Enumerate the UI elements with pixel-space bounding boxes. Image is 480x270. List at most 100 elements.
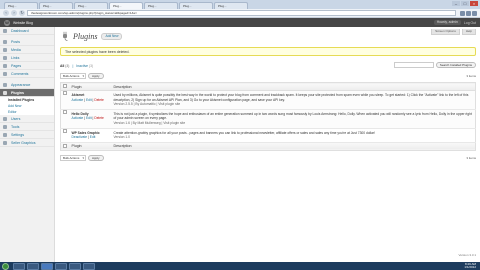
browser-tab[interactable]: Plug... — [74, 2, 108, 9]
media-icon — [3, 48, 7, 52]
minimize-icon[interactable]: – — [452, 1, 460, 6]
page-title: Plugins — [73, 31, 98, 41]
browser-tab-active[interactable]: Plug... — [109, 2, 143, 9]
sidebar-item-appearance[interactable]: Appearance — [0, 81, 54, 89]
sidebar-item-dashboard[interactable]: Dashboard — [0, 27, 54, 35]
wordpress-logo-icon[interactable]: W — [4, 19, 10, 26]
sidebar-item-plugins[interactable]: Plugins — [0, 89, 54, 97]
howdy-menu[interactable]: Howdy, admin — [433, 20, 461, 25]
forward-icon[interactable]: › — [11, 10, 17, 16]
settings-icon — [3, 133, 7, 137]
bulk-actions-top: Bulk Actions Apply 3 items — [60, 72, 476, 80]
site-name[interactable]: Website Blog — [13, 21, 33, 25]
bulk-actions-select[interactable]: Bulk Actions — [60, 73, 86, 79]
page-header: Plugins Add New — [60, 29, 476, 43]
media-player-icon[interactable] — [27, 262, 39, 270]
browser-tab-bar: Plug... Plug... Plug... Plug... Plug... … — [0, 0, 480, 9]
close-icon[interactable]: × — [470, 1, 478, 6]
appearance-icon — [3, 83, 7, 87]
plug-icon — [63, 31, 68, 41]
sidebar-item-posts[interactable]: Posts — [0, 38, 54, 46]
links-icon — [3, 56, 7, 60]
plugin-status-filters: All (3) | Inactive (3) Search Installed … — [60, 62, 476, 70]
help-button[interactable]: Help — [461, 29, 476, 35]
row-checkbox[interactable] — [62, 91, 67, 95]
edit-link[interactable]: Edit — [86, 116, 92, 120]
bulk-actions-select-bottom[interactable]: Bulk Actions — [60, 154, 86, 161]
back-icon[interactable]: ‹ — [3, 10, 9, 16]
select-all-checkbox[interactable] — [62, 84, 67, 88]
activate-link[interactable]: Activate — [72, 116, 84, 120]
delete-link[interactable]: Delete — [94, 98, 104, 102]
wrench-icon[interactable] — [472, 10, 477, 16]
row-checkbox[interactable] — [62, 109, 67, 114]
os-taskbar: 8:29 AM 1/1/2012 — [0, 262, 480, 270]
activate-link[interactable]: Activate — [72, 98, 84, 102]
plugins-icon — [3, 91, 7, 95]
column-description: Description — [110, 82, 476, 91]
sidebar-item-users[interactable]: Users — [0, 115, 54, 123]
pages-icon — [3, 64, 7, 68]
items-count-bottom: 3 items — [466, 155, 476, 160]
browser-tab[interactable]: Plug... — [144, 2, 178, 9]
sidebar-item-pages[interactable]: Pages — [0, 62, 54, 70]
maximize-icon[interactable]: □ — [461, 1, 469, 6]
screen-options-button[interactable]: Screen Options — [431, 29, 460, 35]
window-controls: – □ × — [451, 1, 478, 6]
folder-icon[interactable] — [55, 262, 67, 270]
posts-icon — [3, 40, 7, 44]
sidebar-item-links[interactable]: Links — [0, 54, 54, 62]
plugin-search-input[interactable] — [393, 62, 434, 68]
sidebar-item-seller-graphics[interactable]: Seller Graphics — [0, 139, 54, 147]
sidebar-item-settings[interactable]: Settings — [0, 131, 54, 139]
row-checkbox[interactable] — [62, 128, 67, 133]
column-description-footer: Description — [110, 141, 476, 151]
delete-link[interactable]: Delete — [94, 116, 104, 120]
log-out-link[interactable]: Log Out — [464, 21, 476, 25]
footer-version: Version 3.3.1 — [458, 253, 476, 257]
bulk-actions-bottom: Bulk Actions Apply 3 items — [60, 154, 476, 162]
filter-inactive[interactable]: Inactive (3) — [76, 64, 93, 68]
plugin-meta: Version 1.0 — [113, 135, 131, 140]
reload-icon[interactable]: ↻ — [19, 10, 25, 16]
browser-tab[interactable]: Plug... — [39, 2, 73, 9]
admin-bar: W Website Blog Howdy, admin Log Out — [0, 18, 480, 27]
plugin-meta: Version 1.6 | By Matt Mullenweg | Visit … — [113, 120, 186, 125]
screen-meta-links: Screen Options Help — [429, 29, 476, 35]
column-plugin: Plugin — [68, 82, 111, 91]
plugins-table: Plugin Description Akismet Activate | Ed… — [60, 82, 476, 151]
graphics-icon — [3, 141, 7, 145]
tools-icon — [3, 125, 7, 129]
edit-link[interactable]: Edit — [86, 98, 92, 102]
browser-tab[interactable]: Plug... — [179, 2, 213, 9]
add-new-button[interactable]: Add New — [101, 32, 123, 40]
browser-icon[interactable] — [41, 262, 53, 270]
explorer-icon[interactable] — [13, 262, 25, 270]
plugin-meta: Version 2.5.5 | By Automattic | Visit pl… — [113, 102, 181, 107]
extension-icon[interactable] — [466, 10, 471, 16]
system-clock[interactable]: 8:29 AM 1/1/2012 — [464, 262, 480, 270]
browser-tab[interactable]: Plug... — [214, 2, 248, 9]
address-bar[interactable] — [27, 10, 456, 16]
edit-link[interactable]: Edit — [90, 135, 96, 139]
deactivate-link[interactable]: Deactivate — [72, 135, 88, 139]
select-all-checkbox-footer[interactable] — [62, 143, 67, 148]
app-icon[interactable] — [83, 262, 95, 270]
extension-icon[interactable] — [460, 10, 465, 16]
filter-all[interactable]: All (3) — [60, 64, 69, 68]
table-row: WP Sales Graphic Deactivate | Edit Creat… — [60, 128, 476, 143]
table-row: Hello Dolly Activate | Edit | Delete Thi… — [60, 109, 476, 129]
sidebar-item-comments[interactable]: Comments — [0, 70, 54, 78]
app-icon[interactable] — [69, 262, 81, 270]
sidebar-item-media[interactable]: Media — [0, 46, 54, 54]
start-button-icon[interactable] — [2, 262, 9, 270]
apply-button-bottom[interactable]: Apply — [88, 154, 104, 161]
plugin-description: This is not just a plugin, it symbolizes… — [113, 111, 472, 121]
main-content: Screen Options Help Plugins Add New The … — [60, 29, 476, 261]
comments-icon — [3, 72, 7, 76]
browser-toolbar: ‹ › ↻ — [0, 9, 480, 18]
sidebar-item-tools[interactable]: Tools — [0, 123, 54, 131]
browser-tab[interactable]: Plug... — [4, 2, 38, 9]
apply-button[interactable]: Apply — [88, 73, 104, 79]
search-plugins-button[interactable]: Search Installed Plugins — [435, 62, 476, 68]
